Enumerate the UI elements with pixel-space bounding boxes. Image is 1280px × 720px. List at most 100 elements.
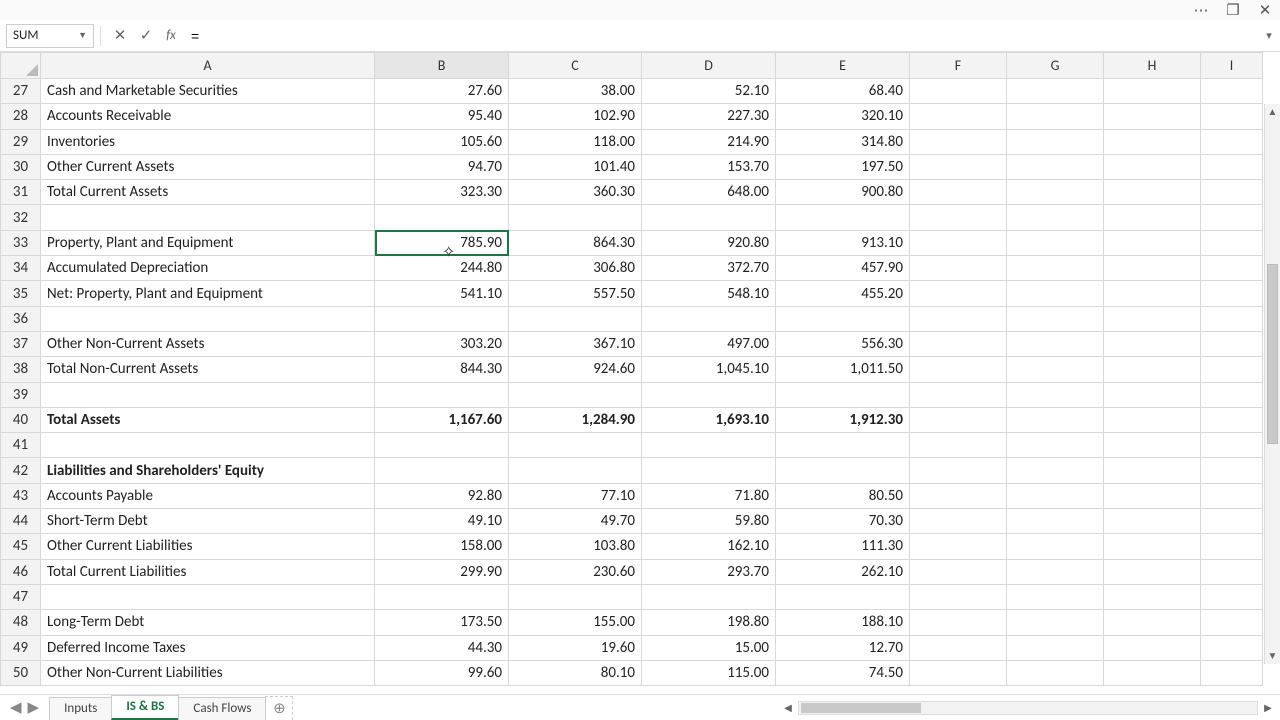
- horizontal-scrollbar[interactable]: ◀ ▶: [293, 701, 1280, 715]
- cell-empty[interactable]: [1104, 407, 1201, 432]
- cell-value[interactable]: 118.00: [509, 129, 642, 154]
- cell-empty[interactable]: [1007, 129, 1104, 154]
- cell-value[interactable]: 1,912.30: [776, 407, 910, 432]
- cell-empty[interactable]: [910, 382, 1007, 407]
- cell-value[interactable]: 188.10: [776, 610, 910, 635]
- cell-label[interactable]: Total Non-Current Assets: [41, 357, 375, 382]
- cell-empty[interactable]: [1007, 559, 1104, 584]
- cell-value[interactable]: 101.40: [509, 154, 642, 179]
- row-header[interactable]: 46: [1, 559, 41, 584]
- cell-value[interactable]: 80.10: [509, 660, 642, 685]
- row-header[interactable]: 37: [1, 331, 41, 356]
- row-header[interactable]: 30: [1, 154, 41, 179]
- cell-label[interactable]: Other Current Liabilities: [41, 534, 375, 559]
- cell-empty[interactable]: [1007, 331, 1104, 356]
- cell-value[interactable]: 1,284.90: [509, 407, 642, 432]
- cell-value[interactable]: 92.80: [375, 483, 509, 508]
- cell-empty[interactable]: [1201, 458, 1263, 483]
- cell-value[interactable]: 155.00: [509, 610, 642, 635]
- sheet-tab[interactable]: Cash Flows: [178, 697, 266, 720]
- cell-empty[interactable]: [1104, 610, 1201, 635]
- row-header[interactable]: 47: [1, 584, 41, 609]
- cell-label[interactable]: Other Current Assets: [41, 154, 375, 179]
- cell-value[interactable]: 541.10: [375, 281, 509, 306]
- row-header[interactable]: 38: [1, 357, 41, 382]
- row-header[interactable]: 49: [1, 635, 41, 660]
- cell-value[interactable]: 244.80: [375, 256, 509, 281]
- cell-label[interactable]: [41, 306, 375, 331]
- cell-value[interactable]: 153.70: [642, 154, 776, 179]
- cell-value[interactable]: 556.30: [776, 331, 910, 356]
- cell-value[interactable]: 99.60: [375, 660, 509, 685]
- cell-empty[interactable]: [910, 180, 1007, 205]
- cell-empty[interactable]: [1201, 230, 1263, 255]
- sheet-nav-prev[interactable]: ◀: [10, 698, 22, 717]
- sheet-tab[interactable]: Inputs: [49, 697, 112, 720]
- cell-empty[interactable]: [1201, 610, 1263, 635]
- name-box[interactable]: SUM ▼: [6, 24, 94, 48]
- scroll-thumb-vertical[interactable]: [1267, 264, 1278, 444]
- cell-empty[interactable]: [1007, 104, 1104, 129]
- row-header[interactable]: 31: [1, 180, 41, 205]
- cell-value[interactable]: 80.50: [776, 483, 910, 508]
- cell-empty[interactable]: [1007, 256, 1104, 281]
- cell-empty[interactable]: [910, 534, 1007, 559]
- cell-empty[interactable]: [1201, 79, 1263, 104]
- cell-empty[interactable]: [1201, 256, 1263, 281]
- cell-value[interactable]: [642, 306, 776, 331]
- formula-input[interactable]: [183, 25, 1258, 47]
- cell-empty[interactable]: [910, 256, 1007, 281]
- cell-value[interactable]: 59.80: [642, 509, 776, 534]
- cell-value[interactable]: 15.00: [642, 635, 776, 660]
- cell-empty[interactable]: [1201, 382, 1263, 407]
- cell-empty[interactable]: [910, 635, 1007, 660]
- row-header[interactable]: 40: [1, 407, 41, 432]
- row-header[interactable]: 27: [1, 79, 41, 104]
- cell-value[interactable]: 173.50: [375, 610, 509, 635]
- cell-empty[interactable]: [1007, 357, 1104, 382]
- cell-value[interactable]: [776, 306, 910, 331]
- cell-value[interactable]: 12.70: [776, 635, 910, 660]
- expand-formula-bar-button[interactable]: ▾: [1258, 29, 1280, 42]
- cell-value[interactable]: [375, 205, 509, 230]
- column-header-D[interactable]: D: [642, 53, 776, 79]
- cell-empty[interactable]: [1007, 407, 1104, 432]
- cell-value[interactable]: 293.70: [642, 559, 776, 584]
- cell-empty[interactable]: [910, 129, 1007, 154]
- cell-value[interactable]: [776, 382, 910, 407]
- cell-value[interactable]: 320.10: [776, 104, 910, 129]
- cell-value[interactable]: [776, 458, 910, 483]
- cell-value[interactable]: 262.10: [776, 559, 910, 584]
- cell-label[interactable]: Property, Plant and Equipment: [41, 230, 375, 255]
- scroll-left-icon[interactable]: ◀: [780, 701, 796, 714]
- chevron-down-icon[interactable]: ▼: [78, 30, 87, 41]
- cell-empty[interactable]: [910, 306, 1007, 331]
- cell-value[interactable]: 457.90: [776, 256, 910, 281]
- cell-empty[interactable]: [1201, 433, 1263, 458]
- cell-value[interactable]: [642, 458, 776, 483]
- cell-value[interactable]: 102.90: [509, 104, 642, 129]
- cell-value[interactable]: 314.80: [776, 129, 910, 154]
- row-header[interactable]: 43: [1, 483, 41, 508]
- cell-empty[interactable]: [910, 357, 1007, 382]
- row-header[interactable]: 35: [1, 281, 41, 306]
- cell-value[interactable]: 455.20: [776, 281, 910, 306]
- cell-value[interactable]: 299.90: [375, 559, 509, 584]
- cell-empty[interactable]: [1104, 230, 1201, 255]
- cell-empty[interactable]: [1201, 483, 1263, 508]
- cell-empty[interactable]: [1104, 281, 1201, 306]
- cell-empty[interactable]: [1104, 205, 1201, 230]
- fx-icon[interactable]: fx: [159, 28, 183, 43]
- cell-value[interactable]: 372.70: [642, 256, 776, 281]
- column-header-E[interactable]: E: [776, 53, 910, 79]
- cell-value[interactable]: 864.30: [509, 230, 642, 255]
- cell-empty[interactable]: [1104, 180, 1201, 205]
- cell-empty[interactable]: [1007, 610, 1104, 635]
- cell-value[interactable]: 44.30: [375, 635, 509, 660]
- cell-value[interactable]: 924.60: [509, 357, 642, 382]
- cell-value[interactable]: 227.30: [642, 104, 776, 129]
- cell-label[interactable]: Long-Term Debt: [41, 610, 375, 635]
- cell-value[interactable]: [509, 458, 642, 483]
- cell-empty[interactable]: [1007, 660, 1104, 685]
- cell-empty[interactable]: [1104, 458, 1201, 483]
